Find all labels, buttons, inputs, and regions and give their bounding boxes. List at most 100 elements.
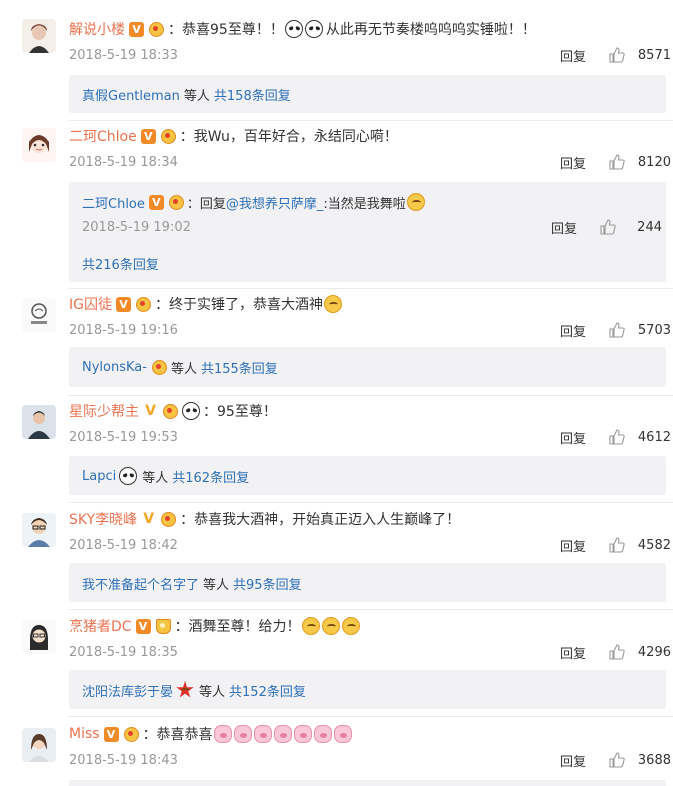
medal-icon [167,194,184,210]
emoji-icon [284,20,303,38]
medal-icon [159,511,177,527]
replies-count-link[interactable]: 共152条回复 [229,681,306,700]
thumbs-up-icon [609,154,625,170]
like-button[interactable]: 8571 [609,47,671,63]
emoji-icon [293,725,312,743]
username[interactable]: 二珂Chloe [69,126,137,146]
reply-button[interactable]: 回复 [560,536,586,555]
replies-summary: 沈阳法库彭于晏 等人 共152条回复 [69,670,666,709]
replier-name[interactable]: Lapci [82,469,116,484]
reply-button[interactable]: 回复 [560,153,586,172]
timestamp: 2018-5-19 19:16 [69,322,178,338]
like-button[interactable]: 4612 [609,429,671,445]
avatar[interactable] [22,19,56,53]
comment-text: ：终于实锤了，恭喜大酒神 [154,297,323,313]
emoji-icon [233,725,252,743]
comment-text: ：我Wu，百年好合，永结同心嗬！ [179,129,398,145]
username[interactable]: 星际少帮主 [69,401,139,421]
replies-summary: NylonsKa- 等人 共155条回复 [69,347,666,387]
avatar[interactable] [22,128,56,162]
divider [69,288,673,289]
emoji-icon [406,193,425,211]
like-count: 4612 [637,429,671,445]
thumbs-up-icon [609,644,625,660]
replier-name[interactable]: 沈阳法库彭于晏 [82,681,173,700]
medal-icon [122,726,139,742]
replies-mid-text: 等人 [170,361,197,377]
reply-button[interactable]: 回复 [560,321,586,340]
username[interactable]: IG囚徒 [69,294,112,314]
trophy-icon [154,618,171,634]
replies-count-link[interactable]: 共158条回复 [214,85,291,104]
avatar[interactable] [22,513,56,547]
replies-count-link[interactable]: 共155条回复 [201,358,278,377]
emoji-icon [323,295,342,313]
emoji-icon [182,402,200,420]
emoji-icon [119,467,138,485]
replier-name[interactable]: 我不准备起个名字了 [82,574,199,593]
emoji-icon [321,617,340,635]
like-count: 8571 [637,47,671,63]
timestamp: 2018-5-19 18:42 [69,537,178,553]
timestamp: 2018-5-19 19:53 [69,429,178,445]
like-button[interactable]: 4582 [609,537,671,553]
timestamp: 2018-5-19 18:43 [69,752,178,768]
timestamp: 2018-5-19 18:35 [69,644,178,660]
reply-button[interactable]: 回复 [560,643,586,662]
avatar[interactable] [22,298,56,332]
medal-icon [150,359,167,375]
replies-count-link[interactable]: 共162条回复 [172,467,249,486]
replies-summary: Lapci 等人 共162条回复 [69,456,666,495]
replier-name[interactable]: NylonsKa- [82,360,147,375]
like-button[interactable]: 244 [600,219,662,235]
replies-summary: 我不准备起个名字了 等人 共95条回复 [69,563,666,602]
verified-badge-icon: V [140,128,156,144]
reply-button[interactable]: 回复 [560,428,586,447]
medal-icon [147,21,164,37]
reply-button[interactable]: 回复 [560,46,586,65]
emoji-icon [333,725,352,743]
sub-reply-text: :当然是我舞啦 [323,196,406,212]
username[interactable]: Miss [69,726,100,742]
like-button[interactable]: 3688 [609,752,671,768]
verified-badge-icon: V [103,726,119,742]
thumbs-up-icon [609,752,625,768]
medal-icon [161,403,178,419]
like-count: 5703 [637,322,671,338]
thumbs-up-icon [609,429,625,445]
replies-mid-text: 等人 [142,470,169,486]
replies-count-link[interactable]: 共216条回复 [82,254,159,273]
username[interactable]: 解说小楼 [69,19,125,39]
verified-badge-icon: V [145,402,156,419]
username[interactable]: 烹猪者DC [69,616,132,636]
mention-link[interactable]: @我想养只萨摩_ [226,193,324,212]
reply-button[interactable]: 回复 [560,751,586,770]
divider [69,395,673,396]
divider [69,609,673,610]
medal-icon [134,296,151,312]
avatar[interactable] [22,728,56,762]
replier-name[interactable]: 真假Gentleman [82,85,180,104]
like-button[interactable]: 8120 [609,154,671,170]
emoji-icon [273,725,292,743]
verified-badge-icon: V [129,21,144,37]
sub-reply-username[interactable]: 二珂Chloe [82,193,145,212]
reply-button[interactable]: 回复 [551,218,577,237]
emoji-icon [253,725,272,743]
username[interactable]: SKY李晓峰 [69,509,137,529]
avatar[interactable] [22,405,56,439]
replies-count-link[interactable]: 共95条回复 [233,574,302,593]
divider [69,120,673,121]
avatar[interactable] [22,620,56,654]
like-button[interactable]: 5703 [609,322,671,338]
thumbs-up-icon [609,322,625,338]
timestamp: 2018-5-19 19:02 [82,219,191,235]
like-count: 244 [637,219,662,235]
verified-badge-icon: V [135,618,151,634]
medal-icon [159,128,176,144]
thumbs-up-icon [600,219,616,235]
like-button[interactable]: 4296 [609,644,671,660]
timestamp: 2018-5-19 18:34 [69,154,178,170]
comment-feed: 解说小楼 V ：恭喜95至尊！！ 从此再无节奏楼呜呜呜实锤啦！！ 2018-5-… [0,0,673,786]
like-count: 8120 [637,154,671,170]
